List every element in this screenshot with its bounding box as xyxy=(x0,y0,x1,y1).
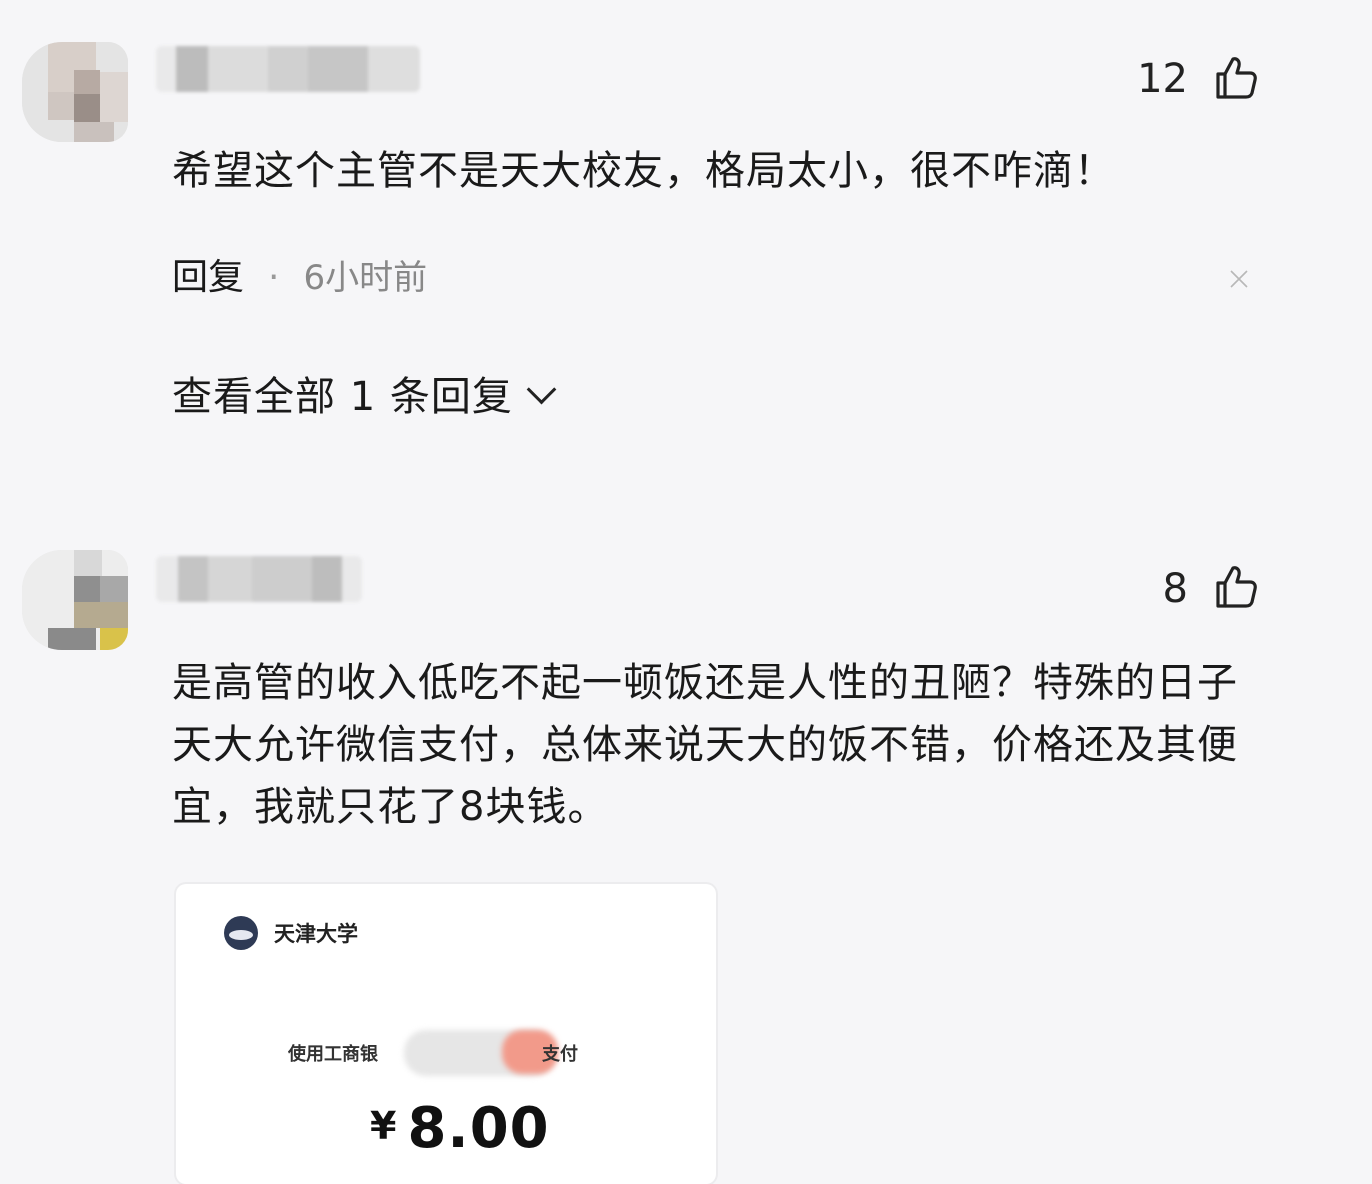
university-logo-icon xyxy=(224,916,258,950)
username-redacted[interactable] xyxy=(156,46,420,92)
username-redacted[interactable] xyxy=(156,556,362,602)
receipt-payment-suffix: 支付 xyxy=(542,1044,578,1065)
like-count: 12 xyxy=(1137,56,1188,102)
close-icon[interactable] xyxy=(1228,268,1250,290)
receipt-school-name: 天津大学 xyxy=(274,922,358,946)
receipt-payment-method: 使用工商银 xyxy=(288,1044,378,1065)
receipt-image[interactable]: 天津大学 使用工商银 支付 ¥8.00 xyxy=(176,884,716,1184)
view-all-replies-label: 查看全部 1 条回复 xyxy=(172,374,513,420)
view-all-replies-button[interactable]: 查看全部 1 条回复 xyxy=(172,364,557,422)
like-count: 8 xyxy=(1162,566,1188,612)
reply-button[interactable]: 回复 xyxy=(172,257,244,298)
comment-meta: 回复 · 6小时前 xyxy=(172,248,427,300)
amount-value: 8.00 xyxy=(407,1096,550,1161)
comment-text: 希望这个主管不是天大校友，格局太小，很不咋滴！ xyxy=(172,148,1115,194)
chevron-down-icon xyxy=(526,374,557,405)
avatar[interactable] xyxy=(22,42,128,142)
redacted-card-badge xyxy=(502,1030,558,1074)
receipt-amount: ¥8.00 xyxy=(370,1096,550,1161)
comment-item: 12 希望这个主管不是天大校友，格局太小，很不咋滴！ 回复 · 6小时前 查看全部 … xyxy=(0,0,1372,470)
meta-separator: · xyxy=(268,257,280,298)
avatar[interactable] xyxy=(22,550,128,650)
redacted-card-number xyxy=(404,1030,554,1076)
thumbs-up-icon[interactable] xyxy=(1212,563,1260,611)
comment-text: 是高管的收入低吃不起一顿饭还是人性的丑陋？特殊的日子天大允许微信支付，总体来说天… xyxy=(172,660,1238,830)
currency-symbol: ¥ xyxy=(370,1104,398,1148)
comment-time: 6小时前 xyxy=(303,258,428,298)
thumbs-up-icon[interactable] xyxy=(1212,54,1260,102)
